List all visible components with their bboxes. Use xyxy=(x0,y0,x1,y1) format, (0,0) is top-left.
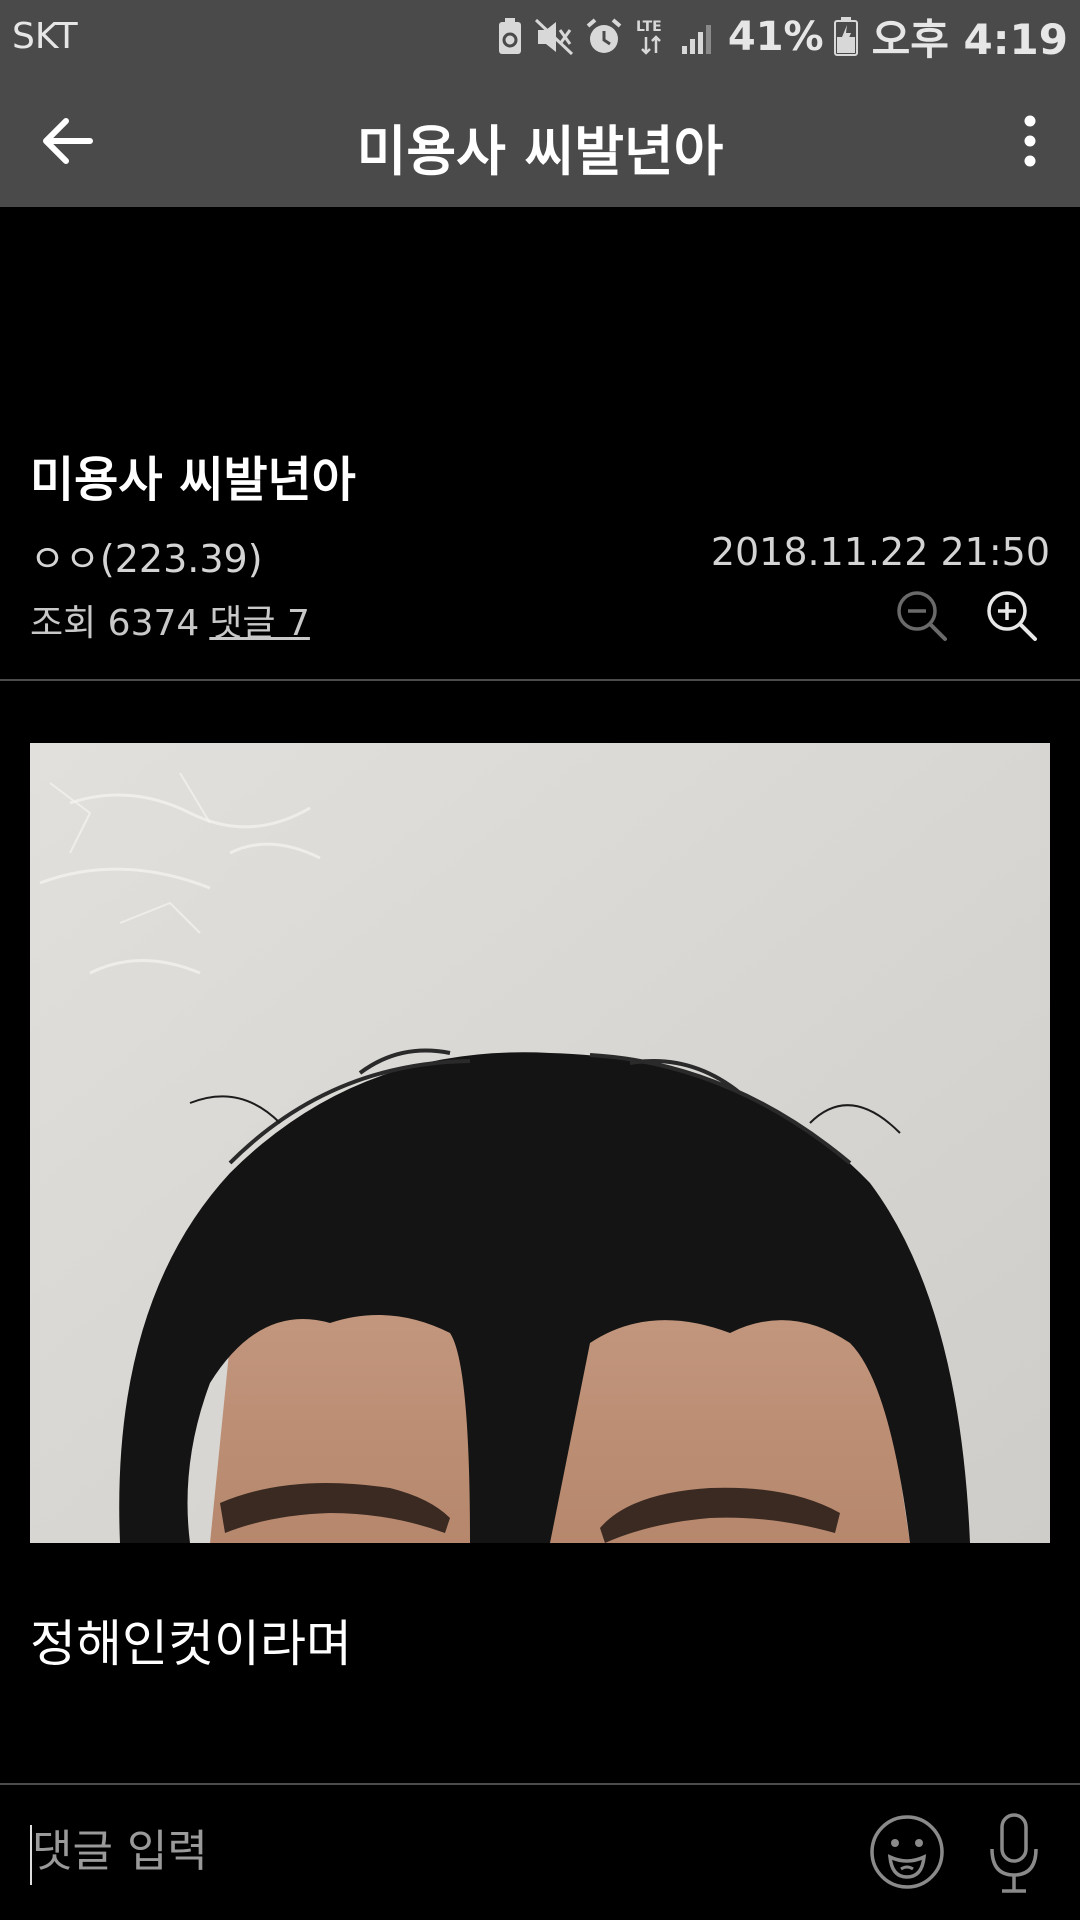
zoom-in-button[interactable] xyxy=(983,587,1043,647)
view-count: 조회 6374 xyxy=(30,603,200,644)
battery-percent: 41% xyxy=(727,13,824,60)
zoom-out-icon xyxy=(897,591,947,641)
post-date: 2018.11.22 21:50 xyxy=(710,530,1050,574)
screen: SKT LTE 41% 오후 4:19 미용사 씨발년아 미용사 씨발년아 ㅇㅇ… xyxy=(0,0,1080,1920)
status-bar: SKT LTE 41% 오후 4:19 xyxy=(0,0,1080,73)
battery-icon xyxy=(833,16,858,57)
svg-text:LTE: LTE xyxy=(636,19,662,35)
zoom-out-button[interactable] xyxy=(893,587,953,647)
post-title: 미용사 씨발년아 xyxy=(30,452,356,508)
mute-icon xyxy=(534,18,574,56)
alarm-icon xyxy=(584,17,624,57)
lte-icon: LTE xyxy=(634,17,670,57)
clock: 오후 4:19 xyxy=(871,15,1068,64)
more-options-button[interactable] xyxy=(1000,103,1060,179)
app-bar: 미용사 씨발년아 xyxy=(0,73,1080,207)
microphone-button[interactable] xyxy=(988,1811,1040,1895)
post-body: 정해인컷이라며 xyxy=(30,1615,352,1673)
post-author[interactable]: ㅇㅇ(223.39) xyxy=(30,528,263,583)
post-stats: 조회 6374 댓글 7 xyxy=(30,594,310,646)
zoom-in-icon xyxy=(987,591,1037,641)
comment-input[interactable] xyxy=(32,1815,832,1887)
post-photo[interactable] xyxy=(30,743,1050,1543)
signal-icon xyxy=(680,18,718,56)
divider xyxy=(0,679,1080,681)
recycle-icon xyxy=(496,17,524,56)
status-icons: LTE 41% 오후 4:19 xyxy=(496,6,1068,67)
microphone-icon xyxy=(990,1813,1038,1893)
emoji-button[interactable] xyxy=(868,1813,946,1891)
carrier-label: SKT xyxy=(12,16,78,57)
page-title: 미용사 씨발년아 xyxy=(356,120,724,183)
more-vertical-icon xyxy=(1024,115,1036,167)
emoji-icon xyxy=(870,1815,944,1889)
comment-count-link[interactable]: 댓글 7 xyxy=(209,594,310,646)
photo-image xyxy=(30,743,1050,1543)
comment-bar xyxy=(0,1785,1080,1920)
